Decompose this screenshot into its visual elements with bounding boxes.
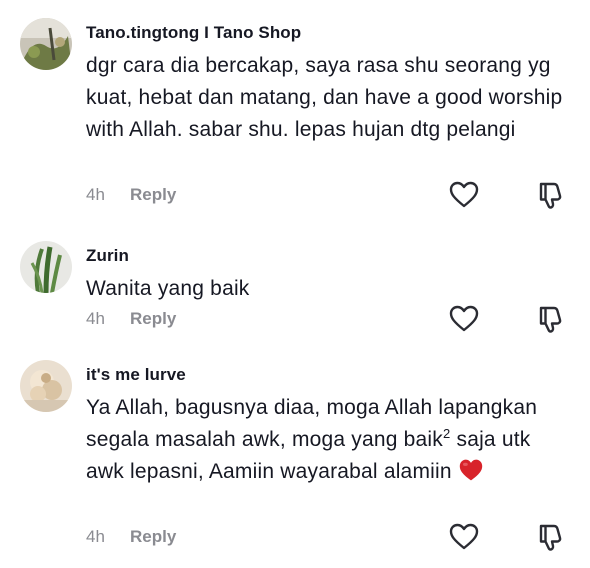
red-heart-emoji [458, 458, 484, 492]
comment-item: Tano.tingtong I Tano Shop dgr cara dia b… [0, 0, 590, 225]
avatar-image [20, 18, 72, 70]
thumbs-down-icon[interactable] [536, 179, 568, 211]
thumbs-down-icon[interactable] [536, 303, 568, 335]
comment-timestamp: 4h [86, 527, 105, 546]
avatar-image [20, 241, 72, 293]
comment-timestamp: 4h [86, 309, 105, 328]
heart-icon[interactable] [448, 179, 480, 211]
comment-username[interactable]: Tano.tingtong I Tano Shop [86, 22, 570, 44]
comment-item: Zurin Wanita yang baik 4h Reply [0, 225, 590, 350]
comment-timestamp: 4h [86, 185, 105, 204]
heart-icon[interactable] [448, 303, 480, 335]
reply-button[interactable]: Reply [130, 309, 176, 329]
avatar[interactable] [20, 360, 72, 412]
avatar[interactable] [20, 18, 72, 70]
avatar-image [20, 360, 72, 412]
comment-item: it's me lurve Ya Allah, bagusnya diaa, m… [0, 350, 590, 568]
reply-button[interactable]: Reply [130, 185, 176, 205]
thumbs-down-icon[interactable] [536, 521, 568, 553]
comment-text: dgr cara dia bercakap, saya rasa shu seo… [86, 54, 563, 141]
reply-button[interactable]: Reply [130, 527, 176, 547]
comment-text: Ya Allah, bagusnya diaa, moga Allah lapa… [86, 392, 566, 492]
comment-text: Wanita yang baik [86, 277, 250, 300]
avatar[interactable] [20, 241, 72, 293]
heart-icon[interactable] [448, 521, 480, 553]
comment-username[interactable]: it's me lurve [86, 364, 570, 386]
comment-username[interactable]: Zurin [86, 245, 570, 267]
